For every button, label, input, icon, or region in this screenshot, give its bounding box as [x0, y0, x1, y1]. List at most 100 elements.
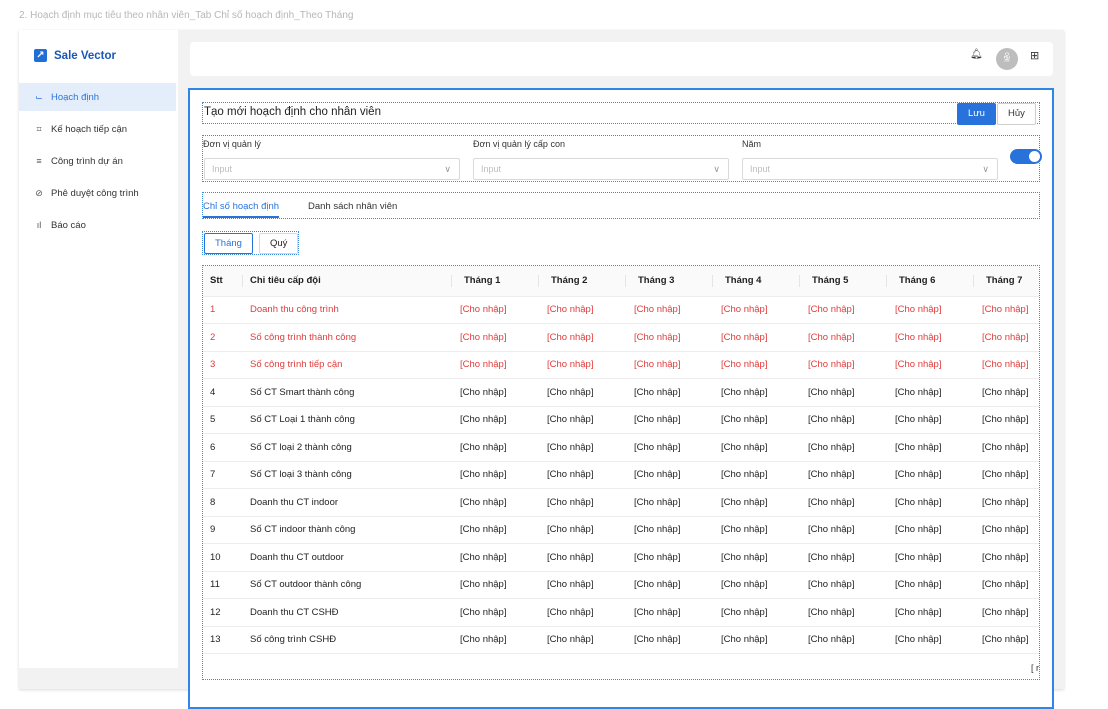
month-value-input[interactable]: [Cho nhập] [713, 378, 800, 407]
month-value-input[interactable]: [Cho nhập] [452, 378, 539, 407]
month-value-input[interactable]: [Cho nhập] [626, 488, 713, 517]
month-value-input[interactable]: [Cho nhập] [626, 626, 713, 654]
month-value-input[interactable]: [Cho nhập] [974, 598, 1039, 627]
month-value-input[interactable]: [Cho nhập] [452, 516, 539, 544]
month-value-input[interactable]: [Cho nhập] [800, 516, 887, 544]
pagination[interactable]: [ r [1031, 663, 1039, 673]
save-button[interactable]: Lưu [957, 103, 996, 125]
month-value-input[interactable]: [Cho nhập] [626, 543, 713, 572]
tab-employee-list[interactable]: Danh sách nhân viên [308, 201, 397, 212]
month-value-input[interactable]: [Cho nhập] [539, 323, 626, 352]
month-value-input[interactable]: [Cho nhập] [713, 296, 800, 324]
month-value-input[interactable]: [Cho nhập] [887, 406, 974, 434]
sidebar-item-4[interactable]: ıl Báo cáo [19, 211, 176, 239]
month-value-input[interactable]: [Cho nhập] [974, 571, 1039, 599]
month-value-input[interactable]: [Cho nhập] [539, 406, 626, 434]
month-value-input[interactable]: [Cho nhập] [887, 378, 974, 407]
month-value-input[interactable]: [Cho nhập] [800, 323, 887, 352]
sidebar-item-2[interactable]: ≡ Công trình dự án [19, 147, 176, 175]
month-value-input[interactable]: [Cho nhập] [887, 543, 974, 572]
month-value-input[interactable]: [Cho nhập] [974, 433, 1039, 462]
month-value-input[interactable]: [Cho nhập] [974, 351, 1039, 379]
month-value-input[interactable]: [Cho nhập] [626, 571, 713, 599]
month-value-input[interactable]: [Cho nhập] [539, 433, 626, 462]
month-value-input[interactable]: [Cho nhập] [800, 433, 887, 462]
bell-icon[interactable]: 🔔︎ [970, 49, 983, 60]
month-value-input[interactable]: [Cho nhập] [800, 488, 887, 517]
month-value-input[interactable]: [Cho nhập] [452, 351, 539, 379]
month-value-input[interactable]: [Cho nhập] [713, 626, 800, 654]
month-value-input[interactable]: [Cho nhập] [452, 461, 539, 489]
month-value-input[interactable]: [Cho nhập] [887, 461, 974, 489]
month-value-input[interactable]: [Cho nhập] [626, 461, 713, 489]
month-value-input[interactable]: [Cho nhập] [539, 543, 626, 572]
month-value-input[interactable]: [Cho nhập] [452, 406, 539, 434]
month-value-input[interactable]: [Cho nhập] [713, 351, 800, 379]
month-value-input[interactable]: [Cho nhập] [539, 461, 626, 489]
month-value-input[interactable]: [Cho nhập] [887, 433, 974, 462]
month-value-input[interactable]: [Cho nhập] [626, 516, 713, 544]
month-value-input[interactable]: [Cho nhập] [539, 626, 626, 654]
month-value-input[interactable]: [Cho nhập] [887, 571, 974, 599]
month-value-input[interactable]: [Cho nhập] [800, 461, 887, 489]
month-value-input[interactable]: [Cho nhập] [974, 296, 1039, 324]
month-value-input[interactable]: [Cho nhập] [626, 296, 713, 324]
month-value-input[interactable]: [Cho nhập] [713, 516, 800, 544]
period-month-button[interactable]: Tháng [204, 233, 253, 254]
month-value-input[interactable]: [Cho nhập] [800, 543, 887, 572]
month-value-input[interactable]: [Cho nhập] [974, 406, 1039, 434]
month-value-input[interactable]: [Cho nhập] [539, 598, 626, 627]
tab-planning-index[interactable]: Chỉ số hoạch định [203, 201, 280, 218]
month-value-input[interactable]: [Cho nhập] [452, 433, 539, 462]
month-value-input[interactable]: [Cho nhập] [539, 516, 626, 544]
month-value-input[interactable]: [Cho nhập] [626, 351, 713, 379]
month-value-input[interactable]: [Cho nhập] [626, 378, 713, 407]
month-value-input[interactable]: [Cho nhập] [974, 626, 1039, 654]
month-value-input[interactable]: [Cho nhập] [974, 378, 1039, 407]
avatar[interactable]: ꆜ [996, 48, 1018, 70]
month-value-input[interactable]: [Cho nhập] [713, 598, 800, 627]
month-value-input[interactable]: [Cho nhập] [887, 598, 974, 627]
month-value-input[interactable]: [Cho nhập] [539, 488, 626, 517]
month-value-input[interactable]: [Cho nhập] [713, 461, 800, 489]
month-value-input[interactable]: [Cho nhập] [974, 516, 1039, 544]
month-value-input[interactable]: [Cho nhập] [539, 378, 626, 407]
month-value-input[interactable]: [Cho nhập] [887, 351, 974, 379]
subunit-select[interactable]: Input ∨ [473, 158, 729, 180]
month-value-input[interactable]: [Cho nhập] [713, 571, 800, 599]
month-value-input[interactable]: [Cho nhập] [887, 323, 974, 352]
month-value-input[interactable]: [Cho nhập] [974, 543, 1039, 572]
sidebar-item-0[interactable]: ⌙ Hoạch định [19, 83, 176, 111]
month-value-input[interactable]: [Cho nhập] [626, 433, 713, 462]
month-value-input[interactable]: [Cho nhập] [713, 323, 800, 352]
month-value-input[interactable]: [Cho nhập] [452, 626, 539, 654]
month-value-input[interactable]: [Cho nhập] [626, 406, 713, 434]
month-value-input[interactable]: [Cho nhập] [800, 598, 887, 627]
month-value-input[interactable]: [Cho nhập] [887, 626, 974, 654]
month-value-input[interactable]: [Cho nhập] [800, 571, 887, 599]
sidebar-item-3[interactable]: ⊘ Phê duyệt công trình [19, 179, 176, 207]
brand[interactable]: ↗ Sale Vector [34, 49, 116, 62]
month-value-input[interactable]: [Cho nhập] [713, 406, 800, 434]
month-value-input[interactable]: [Cho nhập] [887, 296, 974, 324]
month-value-input[interactable]: [Cho nhập] [713, 433, 800, 462]
sidebar-item-1[interactable]: ⌗ Kế hoạch tiếp cận [19, 115, 176, 143]
month-value-input[interactable]: [Cho nhập] [713, 488, 800, 517]
year-select[interactable]: Input ∨ [742, 158, 998, 180]
month-value-input[interactable]: [Cho nhập] [887, 516, 974, 544]
month-value-input[interactable]: [Cho nhập] [452, 296, 539, 324]
month-value-input[interactable]: [Cho nhập] [539, 351, 626, 379]
unit-select[interactable]: Input ∨ [204, 158, 460, 180]
cancel-button[interactable]: Hủy [997, 103, 1036, 125]
month-value-input[interactable]: [Cho nhập] [974, 461, 1039, 489]
month-value-input[interactable]: [Cho nhập] [974, 488, 1039, 517]
month-value-input[interactable]: [Cho nhập] [800, 378, 887, 407]
month-value-input[interactable]: [Cho nhập] [800, 626, 887, 654]
month-value-input[interactable]: [Cho nhập] [539, 296, 626, 324]
toggle-switch[interactable] [1010, 149, 1042, 164]
month-value-input[interactable]: [Cho nhập] [974, 323, 1039, 352]
month-value-input[interactable]: [Cho nhập] [452, 488, 539, 517]
month-value-input[interactable]: [Cho nhập] [452, 571, 539, 599]
month-value-input[interactable]: [Cho nhập] [539, 571, 626, 599]
apps-grid-icon[interactable]: ⊞ [1030, 49, 1039, 62]
